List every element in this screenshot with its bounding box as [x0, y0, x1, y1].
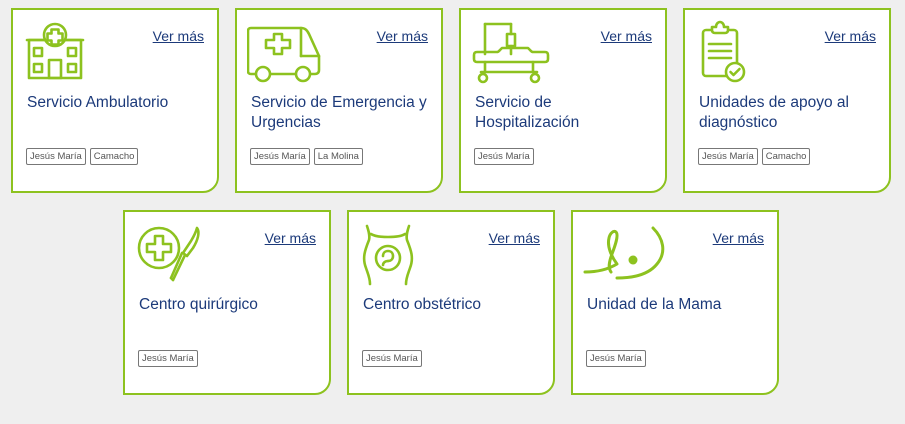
location-tag: Jesús María — [586, 350, 646, 367]
location-tag: Camacho — [761, 148, 811, 165]
ver-mas-link[interactable]: Ver más — [265, 230, 316, 246]
location-tag: Jesús María — [250, 148, 310, 165]
location-tag: Jesús María — [26, 148, 86, 165]
ver-mas-link[interactable]: Ver más — [825, 28, 876, 44]
service-card-diagnostico[interactable]: Ver más Unidades de apoyo al diagnóstico… — [683, 8, 891, 193]
card-title: Servicio de Hospitalización — [475, 94, 580, 131]
ver-mas-link[interactable]: Ver más — [153, 28, 204, 44]
location-tags: Jesús María — [138, 350, 198, 367]
location-tags: Jesús María Camacho — [698, 148, 811, 165]
service-card-ambulatorio[interactable]: Ver más Servicio Ambulatorio Jesús María… — [11, 8, 219, 193]
location-tags: Jesús María — [586, 350, 646, 367]
location-tags: Jesús María — [362, 350, 422, 367]
location-tag: Jesús María — [698, 148, 758, 165]
location-tag: Jesús María — [362, 350, 422, 367]
scalpel-cross-icon — [135, 222, 200, 286]
ambulance-icon — [247, 20, 321, 84]
location-tags: Jesús María Camacho — [26, 148, 139, 165]
ver-mas-link[interactable]: Ver más — [377, 28, 428, 44]
breast-ribbon-icon — [583, 222, 665, 286]
card-title: Unidades de apoyo al diagnóstico — [699, 94, 849, 131]
hospital-bed-icon — [471, 20, 550, 84]
ver-mas-link[interactable]: Ver más — [489, 230, 540, 246]
card-title: Unidad de la Mama — [587, 296, 722, 313]
pregnancy-icon — [359, 222, 423, 286]
service-card-hospitalizacion[interactable]: Ver más Servicio de Hospitalización Jesú… — [459, 8, 667, 193]
card-title: Servicio Ambulatorio — [27, 94, 169, 111]
card-title: Servicio de Emergencia y Urgencias — [251, 94, 427, 131]
location-tag: La Molina — [313, 148, 363, 165]
clipboard-check-icon — [695, 20, 759, 84]
card-title: Centro quirúrgico — [139, 296, 258, 313]
service-card-quirurgico[interactable]: Ver más Centro quirúrgico Jesús María — [123, 210, 331, 395]
clinic-building-icon — [23, 20, 87, 84]
ver-mas-link[interactable]: Ver más — [713, 230, 764, 246]
service-card-obstetrico[interactable]: Ver más Centro obstétrico Jesús María — [347, 210, 555, 395]
location-tags: Jesús María La Molina — [250, 148, 363, 165]
location-tags: Jesús María — [474, 148, 534, 165]
location-tag: Jesús María — [474, 148, 534, 165]
service-card-mama[interactable]: Ver más Unidad de la Mama Jesús María — [571, 210, 779, 395]
card-title: Centro obstétrico — [363, 296, 482, 313]
location-tag: Jesús María — [138, 350, 198, 367]
location-tag: Camacho — [89, 148, 139, 165]
ver-mas-link[interactable]: Ver más — [601, 28, 652, 44]
service-card-emergencia[interactable]: Ver más Servicio de Emergencia y Urgenci… — [235, 8, 443, 193]
